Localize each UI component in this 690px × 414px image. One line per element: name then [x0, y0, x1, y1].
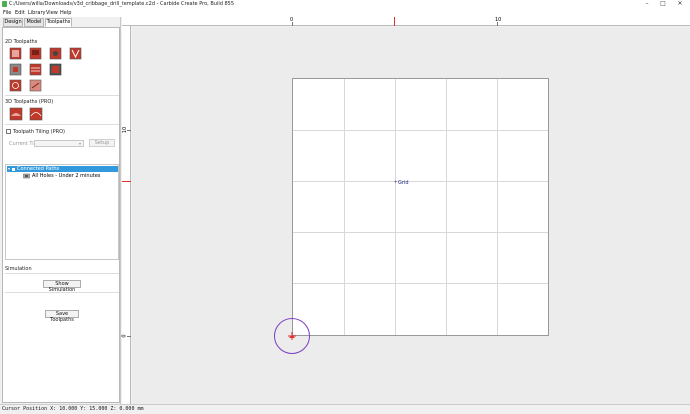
- toolpath-tiling-checkbox[interactable]: [6, 129, 11, 134]
- app-icon: [2, 1, 7, 7]
- left-panel: Design Model Toolpaths 2D Toolpaths 3D T…: [0, 17, 121, 404]
- maximize-button[interactable]: □: [656, 0, 670, 9]
- toolpaths-panel: 2D Toolpaths 3D Toolpaths (PRO) Toolpath…: [2, 27, 120, 403]
- tab-model[interactable]: Model: [24, 18, 44, 27]
- 3d-toolpath-icons: [9, 107, 43, 121]
- stock-sheet[interactable]: [292, 78, 549, 336]
- vcarve-toolpath-icon[interactable]: [69, 47, 82, 60]
- simulation-label: Simulation: [5, 266, 32, 272]
- section-3d-toolpaths: 3D Toolpaths (PRO): [5, 99, 54, 105]
- divider: [5, 124, 119, 125]
- ruler-cursor-marker: [394, 17, 395, 26]
- advanced-vcarve-icon[interactable]: [9, 63, 22, 76]
- 3d-rough-icon[interactable]: [9, 107, 23, 121]
- menu-help[interactable]: Help: [60, 10, 71, 16]
- top-ruler: 0 10: [122, 17, 690, 26]
- tree-item-row[interactable]: All Holes - Under 2 minutes: [7, 173, 118, 179]
- toolpath-tree: ▾ Connected Paths All Holes - Under 2 mi…: [5, 164, 119, 260]
- save-toolpaths-button[interactable]: Save Toolpaths: [45, 310, 79, 323]
- folder-icon: [12, 167, 15, 171]
- thread-mill-icon[interactable]: [9, 79, 22, 92]
- tree-group-row[interactable]: ▾ Connected Paths: [7, 166, 118, 172]
- ruler-label: 10: [495, 17, 502, 23]
- setup-button[interactable]: Setup: [89, 139, 115, 147]
- menu-edit[interactable]: Edit: [15, 10, 25, 16]
- tab-toolpaths[interactable]: Toolpaths: [45, 18, 72, 27]
- 3d-finish-icon[interactable]: [29, 107, 43, 121]
- menu-library[interactable]: Library: [28, 10, 45, 16]
- origin-marker[interactable]: [272, 317, 312, 357]
- current-tile-select[interactable]: ▾: [34, 140, 84, 147]
- tree-item-label: All Holes - Under 2 minutes: [32, 173, 101, 179]
- title-bar: C:/Users/willa/Downloads/v3d_cribbage_dr…: [0, 0, 690, 9]
- contour-toolpath-icon[interactable]: [9, 47, 22, 60]
- toolpath-tiling-label: Toolpath Tiling (PRO): [13, 129, 65, 135]
- divider: [5, 273, 119, 274]
- window-title: C:/Users/willa/Downloads/v3d_cribbage_dr…: [9, 1, 235, 7]
- chamfer-toolpath-icon[interactable]: [49, 63, 62, 76]
- status-bar: Cursor Position X: 10.000 Y: 15.000 Z: 0…: [0, 404, 690, 414]
- minimize-button[interactable]: –: [640, 0, 654, 9]
- close-button[interactable]: ✕: [673, 0, 687, 9]
- menu-bar: File Edit Library View Help: [0, 9, 690, 17]
- divider: [5, 292, 119, 293]
- show-simulation-button[interactable]: Show Simulation: [43, 280, 81, 293]
- engrave-toolpath-icon[interactable]: [29, 79, 42, 92]
- tree-group-label: Connected Paths: [17, 166, 60, 172]
- drill-icon: [23, 173, 30, 179]
- tab-design[interactable]: Design: [3, 18, 23, 27]
- ruler-cursor-marker: [122, 181, 131, 182]
- expand-icon[interactable]: ▾: [8, 166, 10, 171]
- divider: [5, 95, 119, 96]
- grid-marker-icon: +: [394, 179, 398, 184]
- chevron-down-icon: ▾: [78, 141, 81, 146]
- texture-toolpath-icon[interactable]: [29, 63, 42, 76]
- grid-label: Grid: [398, 180, 409, 186]
- menu-file[interactable]: File: [3, 10, 11, 16]
- cursor-position: Cursor Position X: 10.000 Y: 15.000 Z: 0…: [2, 406, 144, 412]
- left-ruler: 10 0: [122, 26, 131, 404]
- menu-view[interactable]: View: [46, 10, 58, 16]
- section-2d-toolpaths: 2D Toolpaths: [5, 39, 38, 45]
- drill-toolpath-icon[interactable]: [49, 47, 62, 60]
- pocket-toolpath-icon[interactable]: [29, 47, 42, 60]
- 2d-toolpath-icons: [9, 47, 82, 92]
